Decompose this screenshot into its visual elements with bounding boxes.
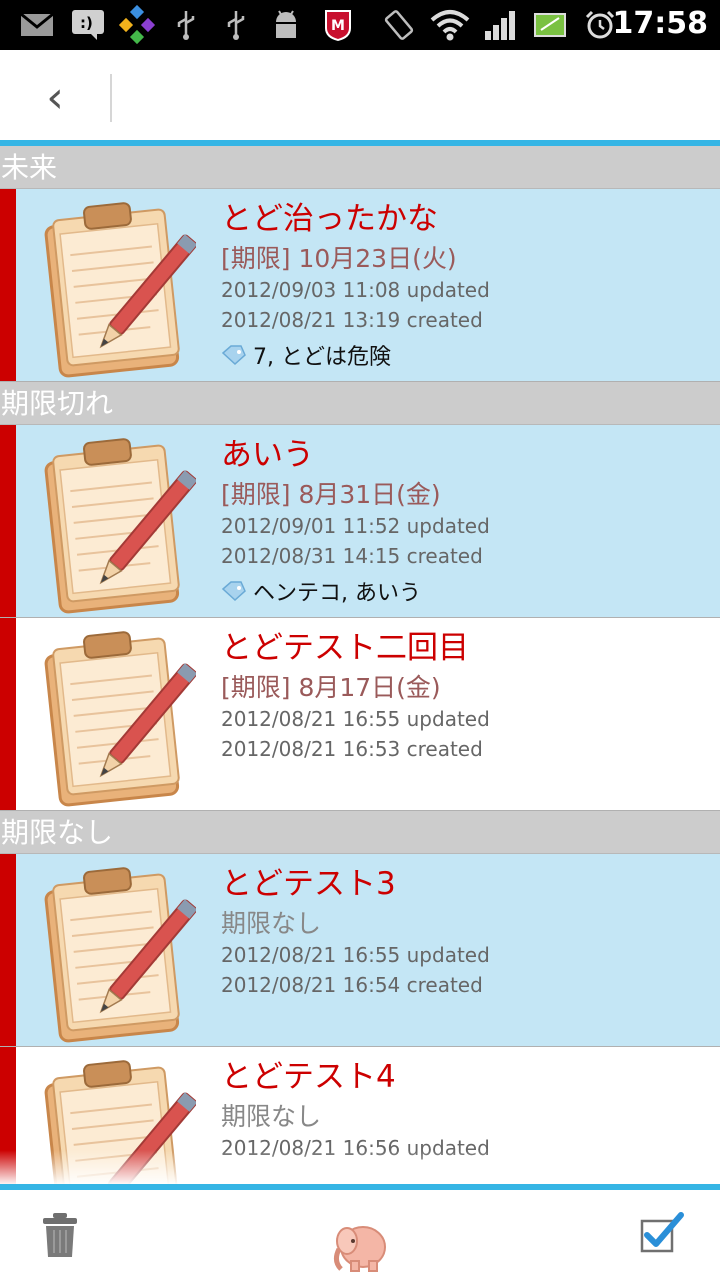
item-updated: 2012/08/21 16:55 updated (221, 943, 490, 967)
item-updated: 2012/09/03 11:08 updated (221, 278, 490, 302)
svg-text::): :) (80, 14, 93, 32)
rotation-icon (380, 8, 418, 42)
item-title: とどテスト二回目 (221, 630, 469, 666)
wifi-icon (428, 8, 472, 42)
item-title: あいう (221, 437, 314, 473)
app-diamond-icon (116, 5, 158, 45)
notepad-icon (26, 622, 198, 808)
mcafee-icon: M (320, 8, 356, 42)
status-bar: :) M 17:58 (0, 0, 720, 50)
tag-icon (221, 345, 246, 366)
item-updated: 2012/08/21 16:56 updated (221, 1136, 490, 1160)
item-tags: 7, とどは危険 (221, 339, 391, 371)
chevron-left-icon: ‹ (46, 71, 64, 123)
status-time: 17:58 (612, 6, 709, 41)
item-deadline: [期限] 8月17日(金) (221, 673, 441, 702)
delete-button[interactable] (20, 1200, 100, 1270)
item-title: とどテスト3 (221, 866, 396, 902)
section-header-overdue: 期限切れ (0, 382, 720, 425)
section-header-no-deadline: 期限なし (0, 811, 720, 854)
item-tags-text: 7, とどは危険 (253, 345, 391, 370)
notepad-icon (26, 1051, 198, 1184)
action-bar-divider (110, 74, 112, 122)
item-updated: 2012/08/21 16:55 updated (221, 707, 490, 731)
item-updated: 2012/09/01 11:52 updated (221, 514, 490, 538)
item-title: とどテスト4 (221, 1059, 396, 1095)
android-debug-icon (268, 8, 304, 42)
list-item[interactable]: とど治ったかな [期限] 10月23日(火) 2012/09/03 11:08 … (0, 189, 720, 382)
priority-bar (0, 189, 16, 381)
signal-icon (482, 8, 518, 42)
messenger-icon: :) (70, 8, 106, 42)
item-deadline: 期限なし (221, 909, 322, 938)
item-created: 2012/08/31 14:15 created (221, 544, 483, 568)
bottom-bar (0, 1190, 720, 1280)
item-tags-text: ヘンテコ, あいう (253, 581, 421, 606)
item-created: 2012/08/21 16:53 created (221, 737, 483, 761)
list-item[interactable]: とどテスト4 期限なし 2012/08/21 16:56 updated (0, 1047, 720, 1184)
notepad-icon (26, 429, 198, 615)
trash-icon (43, 1213, 77, 1257)
list-item[interactable]: あいう [期限] 8月31日(金) 2012/09/01 11:52 updat… (0, 425, 720, 618)
item-title: とど治ったかな (221, 201, 438, 237)
tag-icon (221, 581, 246, 602)
priority-bar (0, 618, 16, 810)
elephant-button[interactable] (320, 1210, 400, 1280)
priority-bar (0, 1047, 16, 1184)
usb-icon (172, 8, 200, 42)
battery-icon (532, 8, 568, 42)
notepad-icon (26, 193, 198, 379)
todo-list[interactable]: 未来 とど治ったかな [期限] 10月23日(火) 2012/09/03 11:… (0, 146, 720, 1184)
list-item[interactable]: とどテスト3 期限なし 2012/08/21 16:55 updated 201… (0, 854, 720, 1047)
priority-bar (0, 425, 16, 617)
item-deadline: [期限] 8月31日(金) (221, 480, 441, 509)
item-deadline: [期限] 10月23日(火) (221, 244, 457, 273)
section-header-future: 未来 (0, 146, 720, 189)
checkbox-checked-icon (640, 1212, 684, 1253)
list-item[interactable]: とどテスト二回目 [期限] 8月17日(金) 2012/08/21 16:55 … (0, 618, 720, 811)
item-created: 2012/08/21 13:19 created (221, 308, 483, 332)
item-created: 2012/08/21 16:54 created (221, 973, 483, 997)
svg-text:M: M (331, 18, 345, 34)
gmail-icon (18, 8, 56, 42)
complete-button[interactable] (622, 1198, 702, 1268)
item-deadline: 期限なし (221, 1102, 322, 1131)
usb-icon (222, 8, 250, 42)
action-bar: ‹ (0, 50, 720, 140)
back-button[interactable]: ‹ (20, 62, 90, 132)
elephant-icon (333, 1226, 386, 1272)
item-tags: ヘンテコ, あいう (221, 575, 421, 607)
notepad-icon (26, 858, 198, 1044)
priority-bar (0, 854, 16, 1046)
